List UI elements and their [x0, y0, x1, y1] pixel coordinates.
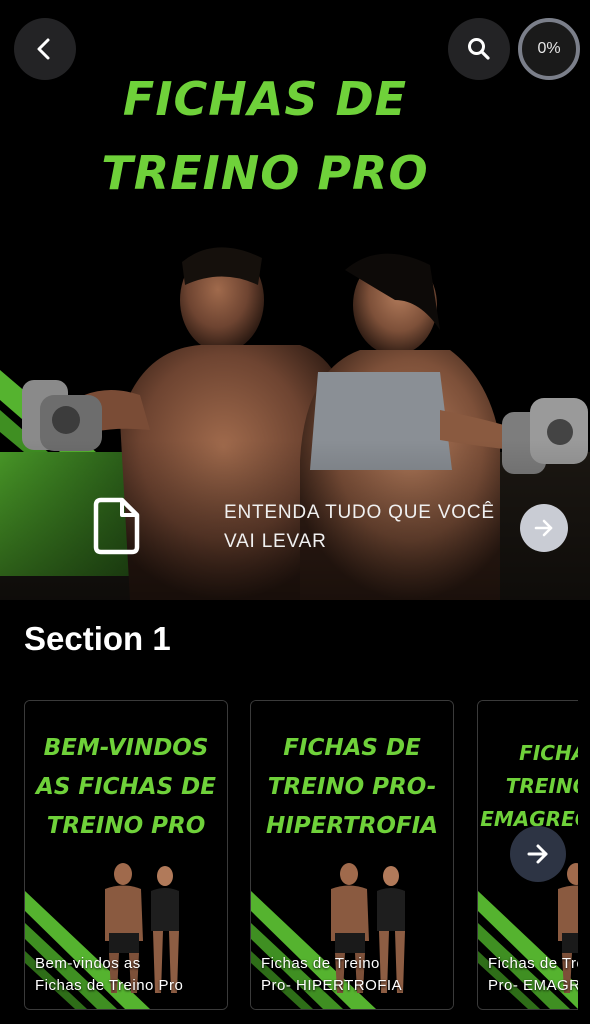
lesson-card-caption: Bem-vindos as Fichas de Treino Pro — [35, 953, 225, 997]
cover-line: TREINO PRO — [46, 813, 206, 839]
cover-line: AS FICHAS DE — [36, 774, 216, 800]
intro-text-line: ENTENDA TUDO QUE VOCÊ — [224, 502, 495, 523]
intro-open-button[interactable] — [520, 504, 568, 552]
intro-lesson-title: ENTENDA TUDO QUE VOCÊ VAI LEVAR — [224, 498, 514, 556]
carousel-next-button[interactable] — [510, 826, 566, 882]
lessons-carousel[interactable]: BEM-VINDOS AS FICHAS DE TREINO PRO Bem-v… — [0, 700, 578, 1010]
intro-lesson-row[interactable]: ENTENDA TUDO QUE VOCÊ VAI LEVAR — [0, 452, 590, 600]
caption-line: Fichas de Treino — [488, 955, 578, 972]
intro-text-line: VAI LEVAR — [224, 531, 327, 552]
cover-line: FICHAS DE — [283, 735, 421, 761]
lesson-card[interactable]: BEM-VINDOS AS FICHAS DE TREINO PRO Bem-v… — [24, 700, 228, 1010]
arrow-right-icon — [527, 844, 548, 864]
document-icon — [93, 497, 140, 555]
caption-line: Fichas de Treino Pro — [35, 977, 184, 994]
section-title: Section 1 — [24, 620, 171, 657]
search-icon — [468, 38, 490, 60]
lesson-cover-title: FICHAS DE TREINO PRO- HIPERTROFIA — [251, 729, 453, 846]
search-button[interactable] — [448, 18, 510, 80]
hero-title-line: TREINO PRO — [101, 146, 429, 200]
cover-line: BEM-VINDOS — [43, 735, 209, 761]
arrow-right-icon — [534, 519, 553, 537]
caption-line: Pro- HIPERTROFIA — [261, 977, 403, 994]
cover-line: HIPERTROFIA — [265, 813, 439, 839]
course-progress-indicator: 0% — [518, 18, 580, 80]
lesson-card-caption: Fichas de Treino Pro- HIPERTROFIA — [261, 953, 451, 997]
hero-banner: FICHAS DE TREINO PRO 0% ENTENDA TUDO QUE… — [0, 0, 590, 600]
chevron-left-icon — [37, 38, 50, 60]
progress-label: 0% — [537, 40, 561, 57]
hero-title-line: FICHAS DE — [122, 72, 408, 126]
hero-title: FICHAS DE TREINO PRO — [0, 62, 530, 210]
caption-line: Fichas de Treino — [261, 955, 380, 972]
back-button[interactable] — [14, 18, 76, 80]
lesson-cover-title: FICHAS DE TREINO PRO- EMAGRECIMENTO — [478, 737, 578, 836]
cover-line: FICHAS DE — [519, 741, 578, 765]
cover-line: TREINO PRO- — [505, 774, 578, 798]
lesson-card[interactable]: FICHAS DE TREINO PRO- HIPERTROFIA Fichas… — [250, 700, 454, 1010]
course-page: FICHAS DE TREINO PRO 0% ENTENDA TUDO QUE… — [0, 0, 590, 1024]
lesson-card-caption: Fichas de Treino Pro- EMAGRECIMENTO — [488, 953, 578, 997]
caption-line: Pro- EMAGRECIMENTO — [488, 977, 578, 994]
cover-line: TREINO PRO- — [267, 774, 437, 800]
intro-document-tile — [26, 476, 206, 576]
caption-line: Bem-vindos as — [35, 955, 141, 972]
lesson-cover-title: BEM-VINDOS AS FICHAS DE TREINO PRO — [25, 729, 227, 846]
